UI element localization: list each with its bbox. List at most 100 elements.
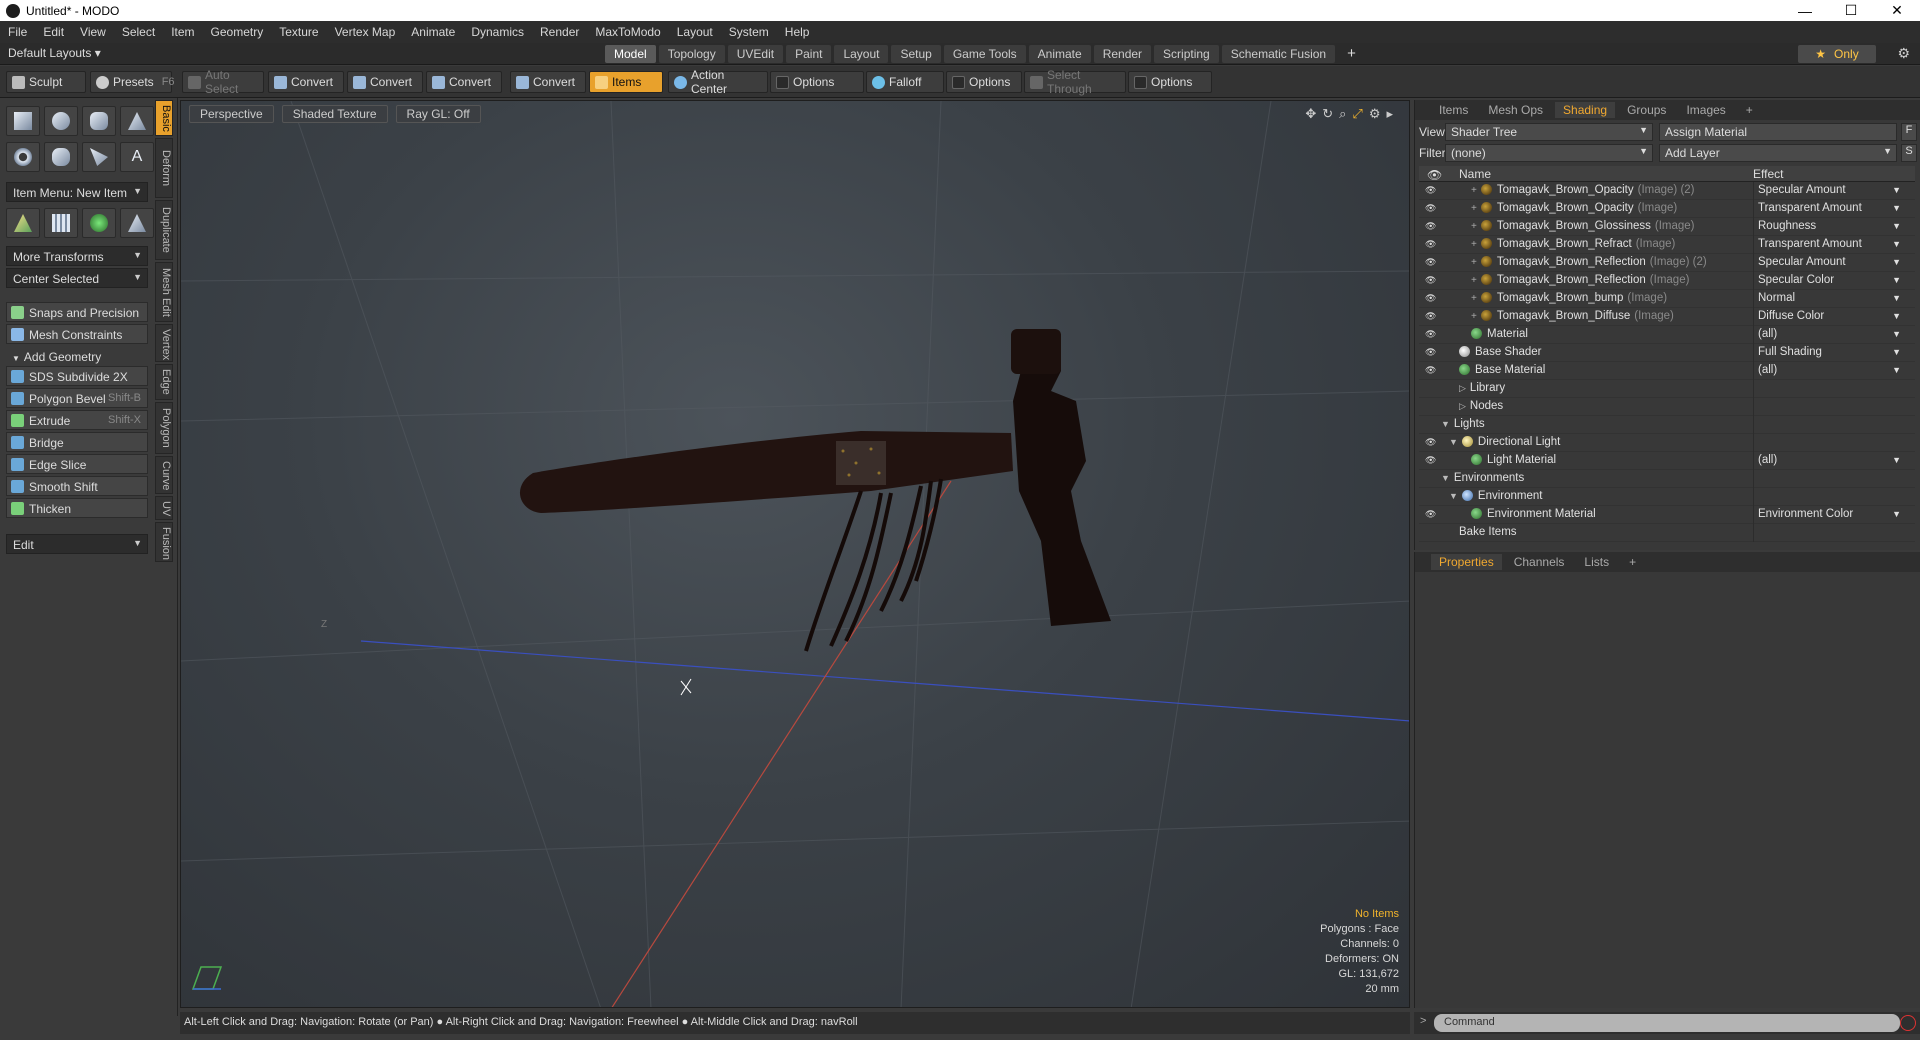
presets-button[interactable]: Presets F6 bbox=[90, 71, 175, 93]
tool-edge-slice[interactable]: Edge Slice bbox=[6, 454, 148, 474]
grid-icon[interactable] bbox=[44, 208, 78, 238]
torus-icon[interactable] bbox=[6, 142, 40, 172]
tab-mesh-ops[interactable]: Mesh Ops bbox=[1480, 102, 1551, 118]
effect-cell[interactable]: (all) ▼ bbox=[1753, 362, 1905, 380]
menu-maxtomodo[interactable]: MaxToModo bbox=[587, 25, 668, 39]
shader-tree-row[interactable]: ▷ Library bbox=[1419, 380, 1915, 398]
menu-file[interactable]: File bbox=[0, 25, 35, 39]
add-layout-tab-button[interactable]: + bbox=[1338, 45, 1365, 63]
tool-smooth-shift[interactable]: Smooth Shift bbox=[6, 476, 148, 496]
shader-tree-row[interactable]: ▼ Environment bbox=[1419, 488, 1915, 506]
sphere-icon[interactable] bbox=[44, 106, 78, 136]
convert-vertices-button[interactable]: Convert bbox=[268, 71, 344, 93]
pen-icon[interactable] bbox=[82, 142, 116, 172]
shader-tree-row[interactable]: 👁 Environment Material Environment Color ▼ bbox=[1419, 506, 1915, 524]
menu-vertex-map[interactable]: Vertex Map bbox=[327, 25, 404, 39]
vtab-polygon[interactable]: Polygon bbox=[155, 402, 173, 454]
layout-tab-setup[interactable]: Setup bbox=[891, 45, 941, 63]
shader-tree-row[interactable]: 👁 ▼ Directional Light bbox=[1419, 434, 1915, 452]
zoom-icon[interactable]: ⌕ bbox=[1339, 106, 1346, 122]
effect-cell[interactable]: Transparent Amount ▼ bbox=[1753, 200, 1905, 218]
add-tab-button[interactable]: + bbox=[1738, 102, 1761, 118]
menu-item[interactable]: Item bbox=[163, 25, 202, 39]
eye-icon[interactable]: 👁 bbox=[1425, 257, 1437, 267]
filter-select[interactable]: (none) ▼ bbox=[1445, 144, 1653, 162]
tool-polygon-bevel[interactable]: Polygon Bevel Shift-B bbox=[6, 388, 148, 408]
layout-tab-uvedit[interactable]: UVEdit bbox=[727, 45, 784, 63]
menu-texture[interactable]: Texture bbox=[271, 25, 326, 39]
eye-icon[interactable]: 👁 bbox=[1425, 185, 1437, 195]
s-button[interactable]: S bbox=[1901, 144, 1917, 162]
convert-materials-button[interactable]: Convert bbox=[510, 71, 586, 93]
item-menu-dropdown[interactable]: Item Menu: New Item ▼ bbox=[6, 182, 148, 202]
tab-lists[interactable]: Lists bbox=[1576, 554, 1617, 570]
tube-icon[interactable] bbox=[44, 142, 78, 172]
tab-shading[interactable]: Shading bbox=[1555, 102, 1616, 118]
cube-icon[interactable] bbox=[6, 106, 40, 136]
vtab-mesh-edit[interactable]: Mesh Edit bbox=[155, 262, 173, 322]
effect-cell[interactable]: (all) ▼ bbox=[1753, 326, 1905, 344]
shader-tree-row[interactable]: 👁 + Tomagavk_Brown_Opacity (Image) (2) Specu… bbox=[1419, 182, 1915, 200]
layout-tab-render[interactable]: Render bbox=[1093, 45, 1152, 63]
effect-cell[interactable]: (all) ▼ bbox=[1753, 452, 1905, 470]
viewport-settings-icon[interactable]: ⚙ bbox=[1369, 106, 1381, 122]
tool-thicken[interactable]: Thicken bbox=[6, 498, 148, 518]
eye-icon[interactable]: 👁 bbox=[1425, 347, 1437, 357]
layout-tab-animate[interactable]: Animate bbox=[1028, 45, 1091, 63]
menu-animate[interactable]: Animate bbox=[403, 25, 463, 39]
tab-channels[interactable]: Channels bbox=[1506, 554, 1573, 570]
tab-items[interactable]: Items bbox=[1431, 102, 1476, 118]
shader-tree-row[interactable]: ▼ Lights bbox=[1419, 416, 1915, 434]
convert-edges-button[interactable]: Convert bbox=[347, 71, 423, 93]
expand-triangle-icon[interactable]: ▼ bbox=[1449, 491, 1458, 501]
pyramid-icon[interactable] bbox=[120, 208, 154, 238]
expand-triangle-icon[interactable]: ▼ bbox=[1441, 419, 1450, 429]
vtab-duplicate[interactable]: Duplicate bbox=[155, 200, 173, 260]
vtab-edge[interactable]: Edge bbox=[155, 364, 173, 400]
more-transforms-dropdown[interactable]: More Transforms ▼ bbox=[6, 246, 148, 266]
globe-icon[interactable] bbox=[82, 208, 116, 238]
convert-polygons-button[interactable]: Convert bbox=[426, 71, 502, 93]
eye-icon[interactable]: 👁 bbox=[1425, 275, 1437, 285]
effect-cell[interactable]: Diffuse Color ▼ bbox=[1753, 308, 1905, 326]
expand-triangle-icon[interactable]: ▼ bbox=[1441, 473, 1450, 483]
add-layer-select[interactable]: Add Layer ▼ bbox=[1659, 144, 1897, 162]
record-icon[interactable] bbox=[1900, 1015, 1916, 1031]
tool-sds-subdivide-2x[interactable]: SDS Subdivide 2X bbox=[6, 366, 148, 386]
shader-tree-row[interactable]: 👁 + Tomagavk_Brown_Reflection (Image) Specul… bbox=[1419, 272, 1915, 290]
eye-icon[interactable]: 👁 bbox=[1425, 221, 1437, 231]
f-button[interactable]: F bbox=[1901, 123, 1917, 141]
snaps-precision-button[interactable]: Snaps and Precision bbox=[6, 302, 148, 322]
shader-tree-row[interactable]: 👁 Base Shader Full Shading ▼ bbox=[1419, 344, 1915, 362]
menu-system[interactable]: System bbox=[721, 25, 777, 39]
falloff-options-button[interactable]: Options bbox=[946, 71, 1022, 93]
cylinder-icon[interactable] bbox=[82, 106, 116, 136]
menu-render[interactable]: Render bbox=[532, 25, 587, 39]
vtab-fusion[interactable]: Fusion bbox=[155, 522, 173, 562]
assign-material-button[interactable]: Assign Material bbox=[1659, 123, 1897, 141]
expand-plus-icon[interactable]: + bbox=[1471, 239, 1477, 250]
effect-cell[interactable]: Transparent Amount ▼ bbox=[1753, 236, 1905, 254]
rotate-icon[interactable]: ↻ bbox=[1322, 106, 1333, 122]
expand-plus-icon[interactable]: + bbox=[1471, 293, 1477, 304]
shader-tree-row[interactable]: 👁 + Tomagavk_Brown_Opacity (Image) Transpare… bbox=[1419, 200, 1915, 218]
tab-images[interactable]: Images bbox=[1678, 102, 1733, 118]
effect-cell[interactable]: Normal ▼ bbox=[1753, 290, 1905, 308]
default-layouts-dropdown[interactable]: Default Layouts ▾ bbox=[8, 46, 101, 60]
shader-tree-row[interactable]: 👁 Material (all) ▼ bbox=[1419, 326, 1915, 344]
expand-plus-icon[interactable]: + bbox=[1471, 221, 1477, 232]
eye-icon[interactable]: 👁 bbox=[1425, 311, 1437, 321]
shader-tree-row[interactable]: 👁 Base Material (all) ▼ bbox=[1419, 362, 1915, 380]
eye-icon[interactable]: 👁 bbox=[1425, 329, 1437, 339]
vtab-vertex[interactable]: Vertex bbox=[155, 324, 173, 362]
vtab-curve[interactable]: Curve bbox=[155, 456, 173, 494]
pan-icon[interactable]: ✥ bbox=[1305, 106, 1316, 122]
auto-select-button[interactable]: Auto Select bbox=[182, 68, 264, 96]
sculpt-button[interactable]: Sculpt bbox=[6, 71, 86, 93]
vtab-uv[interactable]: UV bbox=[155, 496, 173, 520]
3d-viewport[interactable]: Z Perspective Shaded Texture Ray GL: Off… bbox=[180, 100, 1410, 1008]
expand-triangle-icon[interactable]: ▷ bbox=[1459, 383, 1466, 393]
eye-icon[interactable]: 👁 bbox=[1425, 437, 1437, 447]
layout-tab-layout[interactable]: Layout bbox=[834, 45, 889, 63]
cone-icon[interactable] bbox=[120, 106, 154, 136]
